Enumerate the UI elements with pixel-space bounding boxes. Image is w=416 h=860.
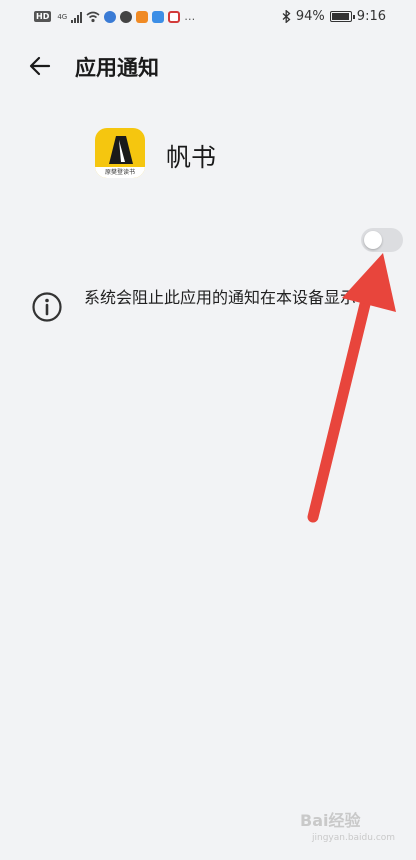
battery-icon [329,11,355,22]
app-icon-caption: 原樊登读书 [95,167,145,178]
status-right: 94% 9:16 [282,9,386,24]
signal-icon [71,11,83,23]
app-icon [168,10,181,23]
arrow-left-icon [29,56,51,76]
annotation-arrow-icon [307,253,396,523]
app-name: 帆书 [166,143,217,172]
page-title: 应用通知 [75,56,159,80]
play-icon [136,10,149,23]
status-left: HD 4G … [34,10,195,23]
hd-indicator: HD [34,11,52,22]
blocked-notice-text: 系统会阻止此应用的通知在本设备显示 [84,288,357,307]
toggle-knob [364,231,382,249]
network-type: 4G [57,12,68,21]
watermark-url: jingyan.baidu.com [312,833,396,843]
battery-percent: 94% [295,9,325,24]
watermark-logo: Bai经验 [300,811,361,830]
notification-toggle[interactable] [361,228,403,252]
music-icon [152,10,165,23]
clock: 9:16 [356,9,386,24]
bluetooth-icon [282,10,291,23]
app-icon-fanshu: 原樊登读书 [95,128,145,178]
book-icon [109,136,133,164]
status-bar: HD 4G … 94% 9:16 [0,0,416,34]
more-notifications-icon: … [184,10,196,23]
paw-icon [104,10,117,23]
chat-icon [120,10,133,23]
wifi-icon [86,11,100,22]
info-circle-icon [32,292,62,322]
battery-fill [331,13,349,20]
back-button[interactable] [24,50,56,82]
